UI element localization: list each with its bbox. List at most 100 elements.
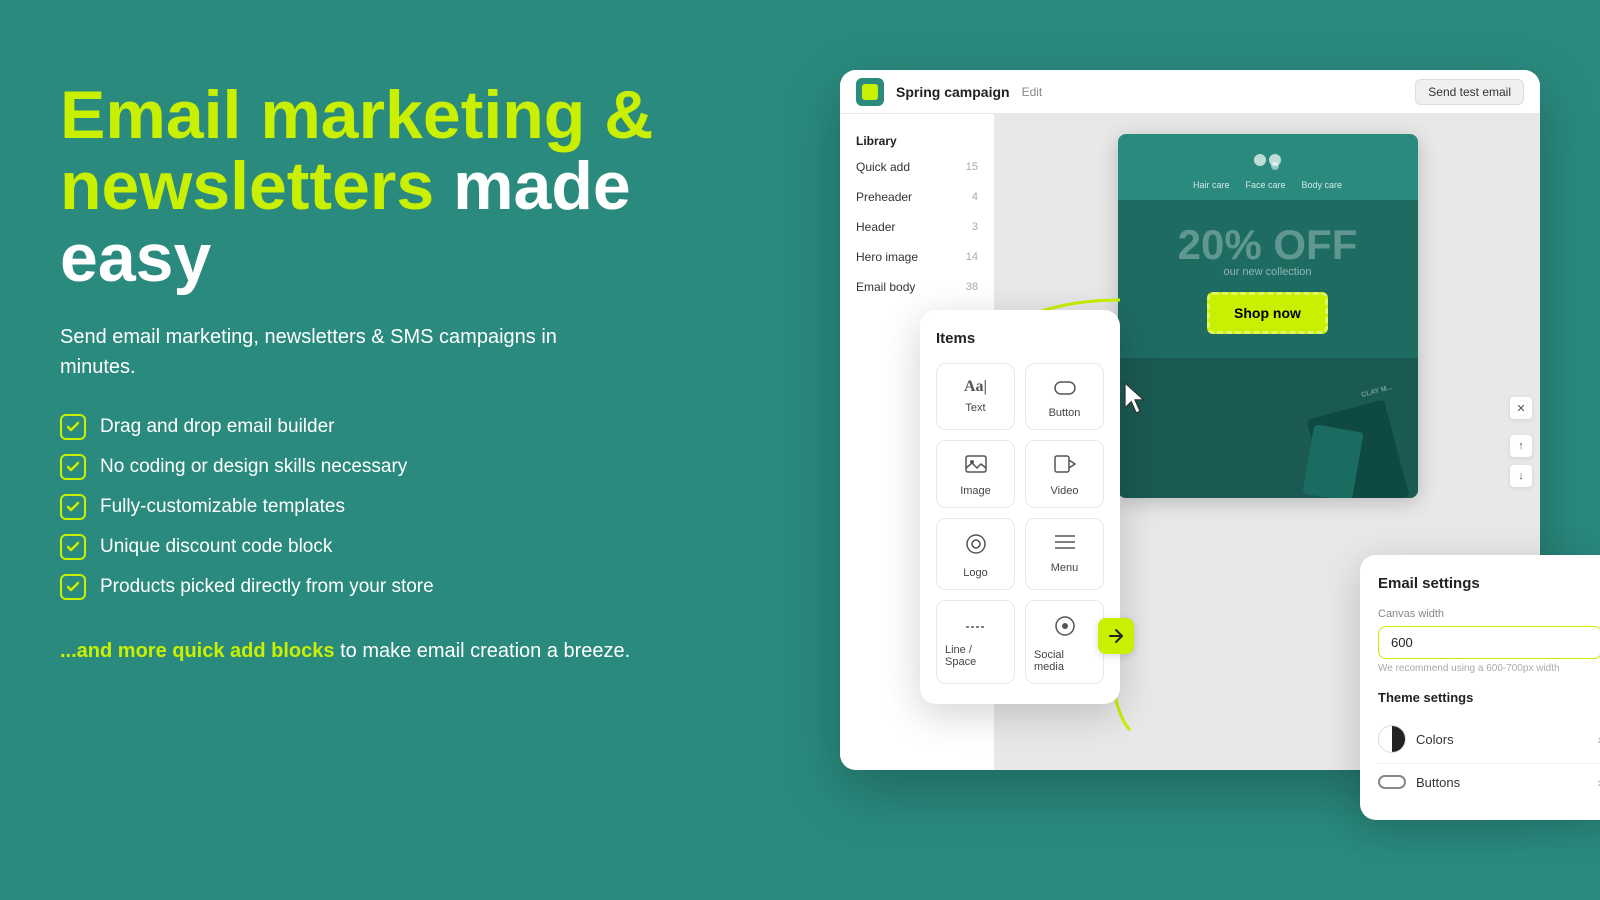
sidebar-item-header[interactable]: Header 3 xyxy=(840,212,994,242)
cta-green: ...and more quick add blocks xyxy=(60,640,335,662)
social-media-icon xyxy=(1054,615,1076,643)
sidebar-label: Header xyxy=(856,220,895,234)
item-button[interactable]: Button xyxy=(1025,363,1104,430)
headline-line2: newsletters xyxy=(60,148,434,224)
email-preview: Hair care Face care Body care 20% OFF ou… xyxy=(1118,134,1418,498)
sidebar-label: Hero image xyxy=(856,250,918,264)
nav-item: Face care xyxy=(1245,180,1285,190)
menu-icon xyxy=(1054,533,1076,556)
discount-text: 20% OFF xyxy=(1134,224,1402,266)
sidebar-label: Preheader xyxy=(856,190,912,204)
colors-label: Colors xyxy=(1416,732,1454,747)
list-item: No coding or design skills necessary xyxy=(60,454,740,480)
sidebar-item-hero-image[interactable]: Hero image 14 xyxy=(840,242,994,272)
left-section: Email marketing & newsletters made easy … xyxy=(60,80,740,666)
list-item: Fully-customizable templates xyxy=(60,494,740,520)
sidebar-count: 38 xyxy=(966,281,978,293)
check-icon xyxy=(60,494,86,520)
theme-settings-title: Theme settings xyxy=(1378,690,1600,705)
sidebar-count: 4 xyxy=(972,191,978,203)
list-item: Unique discount code block xyxy=(60,534,740,560)
close-button[interactable]: ✕ xyxy=(1510,397,1532,419)
edit-link[interactable]: Edit xyxy=(1022,85,1043,99)
email-hero: 20% OFF our new collection Shop now xyxy=(1118,200,1418,358)
cta-white: to make email creation a breeze. xyxy=(340,640,630,662)
headline-easy: easy xyxy=(60,220,211,296)
sidebar-count: 15 xyxy=(966,161,978,173)
email-nav: Hair care Face care Body care xyxy=(1118,180,1418,200)
canvas-controls: ✕ ↑ ↓ xyxy=(1510,397,1532,487)
item-text[interactable]: Aa| Text xyxy=(936,363,1015,430)
nav-item: Body care xyxy=(1302,180,1343,190)
connector-button[interactable] xyxy=(1098,618,1134,654)
shop-now-button[interactable]: Shop now xyxy=(1207,292,1328,334)
image-icon xyxy=(965,455,987,479)
cta-text: ...and more quick add blocks to make ema… xyxy=(60,636,740,666)
settings-panel: Email settings Canvas width We recommend… xyxy=(1360,555,1600,820)
sidebar-item-email-body[interactable]: Email body 38 xyxy=(840,272,994,302)
subcopy-text: our new collection xyxy=(1134,266,1402,278)
sidebar-label: Email body xyxy=(856,280,915,294)
list-item: Products picked directly from your store xyxy=(60,574,740,600)
canvas-hint: We recommend using a 600-700px width xyxy=(1378,663,1600,674)
check-icon xyxy=(60,454,86,480)
check-icon xyxy=(60,534,86,560)
product-image: CLAY M... xyxy=(1118,358,1418,498)
theme-colors-row[interactable]: Colors › xyxy=(1378,715,1600,764)
email-brand xyxy=(1118,134,1418,180)
sidebar-item-quick-add[interactable]: Quick add 15 xyxy=(840,152,994,182)
buttons-label: Buttons xyxy=(1416,775,1460,790)
item-label: Social media xyxy=(1034,649,1095,673)
colors-icon xyxy=(1378,725,1406,753)
item-label: Button xyxy=(1049,407,1081,419)
theme-buttons-left: Buttons xyxy=(1378,775,1460,790)
canvas-width-label: Canvas width xyxy=(1378,608,1600,620)
canvas-width-input[interactable] xyxy=(1378,626,1600,659)
theme-buttons-row[interactable]: Buttons › xyxy=(1378,764,1600,800)
item-logo[interactable]: Logo xyxy=(936,518,1015,590)
button-icon xyxy=(1054,378,1076,401)
headline-line1: Email marketing & xyxy=(60,77,653,153)
line-space-icon xyxy=(965,615,987,638)
item-line-space[interactable]: Line / Space xyxy=(936,600,1015,684)
item-image[interactable]: Image xyxy=(936,440,1015,508)
video-icon xyxy=(1054,455,1076,479)
theme-colors-left: Colors xyxy=(1378,725,1454,753)
item-social-media[interactable]: Social media xyxy=(1025,600,1104,684)
sidebar-count: 3 xyxy=(972,221,978,233)
item-label: Menu xyxy=(1051,562,1079,574)
campaign-name: Spring campaign xyxy=(896,84,1010,100)
nav-item: Hair care xyxy=(1193,180,1230,190)
item-label: Text xyxy=(965,402,985,414)
sidebar-label: Quick add xyxy=(856,160,910,174)
items-panel: Items Aa| Text Button Image xyxy=(920,310,1120,704)
items-grid: Aa| Text Button Image Video xyxy=(936,363,1104,684)
text-icon: Aa| xyxy=(964,378,987,396)
send-test-button[interactable]: Send test email xyxy=(1415,79,1524,105)
app-logo xyxy=(856,78,884,106)
items-panel-title: Items xyxy=(936,330,1104,347)
right-section: Spring campaign Edit Send test email Lib… xyxy=(840,70,1600,850)
sidebar-title: Library xyxy=(840,126,994,152)
item-video[interactable]: Video xyxy=(1025,440,1104,508)
settings-title: Email settings xyxy=(1378,575,1600,592)
logo-mark xyxy=(862,84,878,100)
item-label: Video xyxy=(1051,485,1079,497)
check-icon xyxy=(60,574,86,600)
editor-topbar: Spring campaign Edit Send test email xyxy=(840,70,1540,114)
sidebar-item-preheader[interactable]: Preheader 4 xyxy=(840,182,994,212)
sidebar-count: 14 xyxy=(966,251,978,263)
feature-checklist: Drag and drop email builder No coding or… xyxy=(60,414,740,600)
headline: Email marketing & newsletters made easy xyxy=(60,80,740,294)
headline-made: made xyxy=(453,148,631,224)
item-label: Logo xyxy=(963,567,987,579)
buttons-icon xyxy=(1378,775,1406,789)
item-label: Line / Space xyxy=(945,644,1006,668)
scroll-down-button[interactable]: ↓ xyxy=(1510,465,1532,487)
check-icon xyxy=(60,414,86,440)
logo-icon xyxy=(965,533,987,561)
list-item: Drag and drop email builder xyxy=(60,414,740,440)
item-label: Image xyxy=(960,485,991,497)
item-menu[interactable]: Menu xyxy=(1025,518,1104,590)
scroll-up-button[interactable]: ↑ xyxy=(1510,435,1532,457)
